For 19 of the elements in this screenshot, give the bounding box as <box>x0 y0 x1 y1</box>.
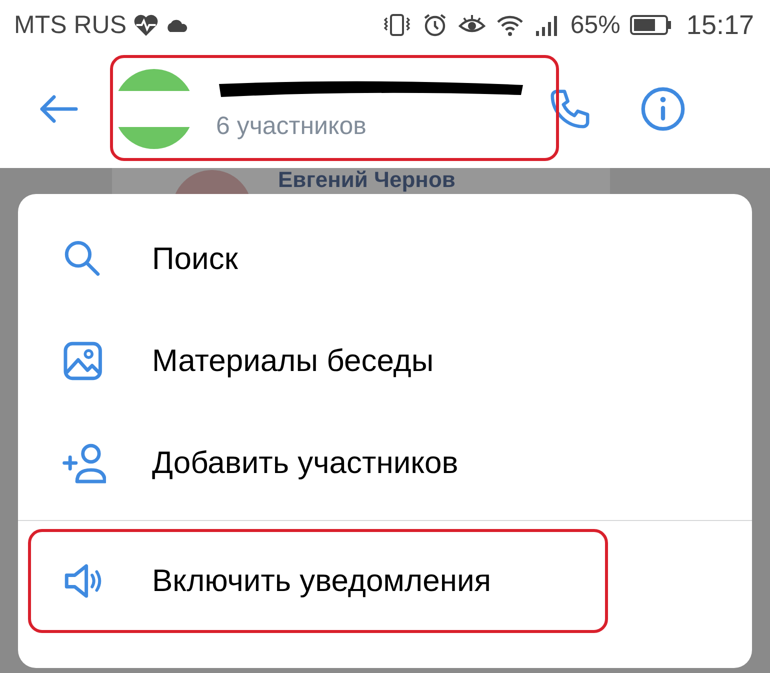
info-icon <box>640 86 686 132</box>
wifi-icon <box>496 13 524 37</box>
member-count: 6 участников <box>216 112 368 140</box>
heart-pulse-icon <box>132 13 158 37</box>
cloud-icon <box>164 18 188 32</box>
menu-item[interactable]: Материалы беседы <box>18 310 752 412</box>
carrier-name: MTS RUS <box>14 10 126 40</box>
menu-item[interactable]: Добавить участников <box>18 412 752 514</box>
menu-item[interactable]: Включить уведомления <box>31 532 605 630</box>
clock-time: 15:17 <box>686 10 754 40</box>
battery-icon <box>630 14 672 36</box>
add-person-icon <box>62 442 106 484</box>
sender-name: Евгений Чернов <box>278 169 456 191</box>
menu-item[interactable]: Поиск <box>18 208 752 310</box>
alarm-icon <box>422 12 448 38</box>
phone-icon <box>548 87 592 131</box>
battery-percent: 65% <box>570 10 620 40</box>
back-arrow-icon <box>38 94 78 124</box>
vibrate-icon <box>382 13 412 37</box>
